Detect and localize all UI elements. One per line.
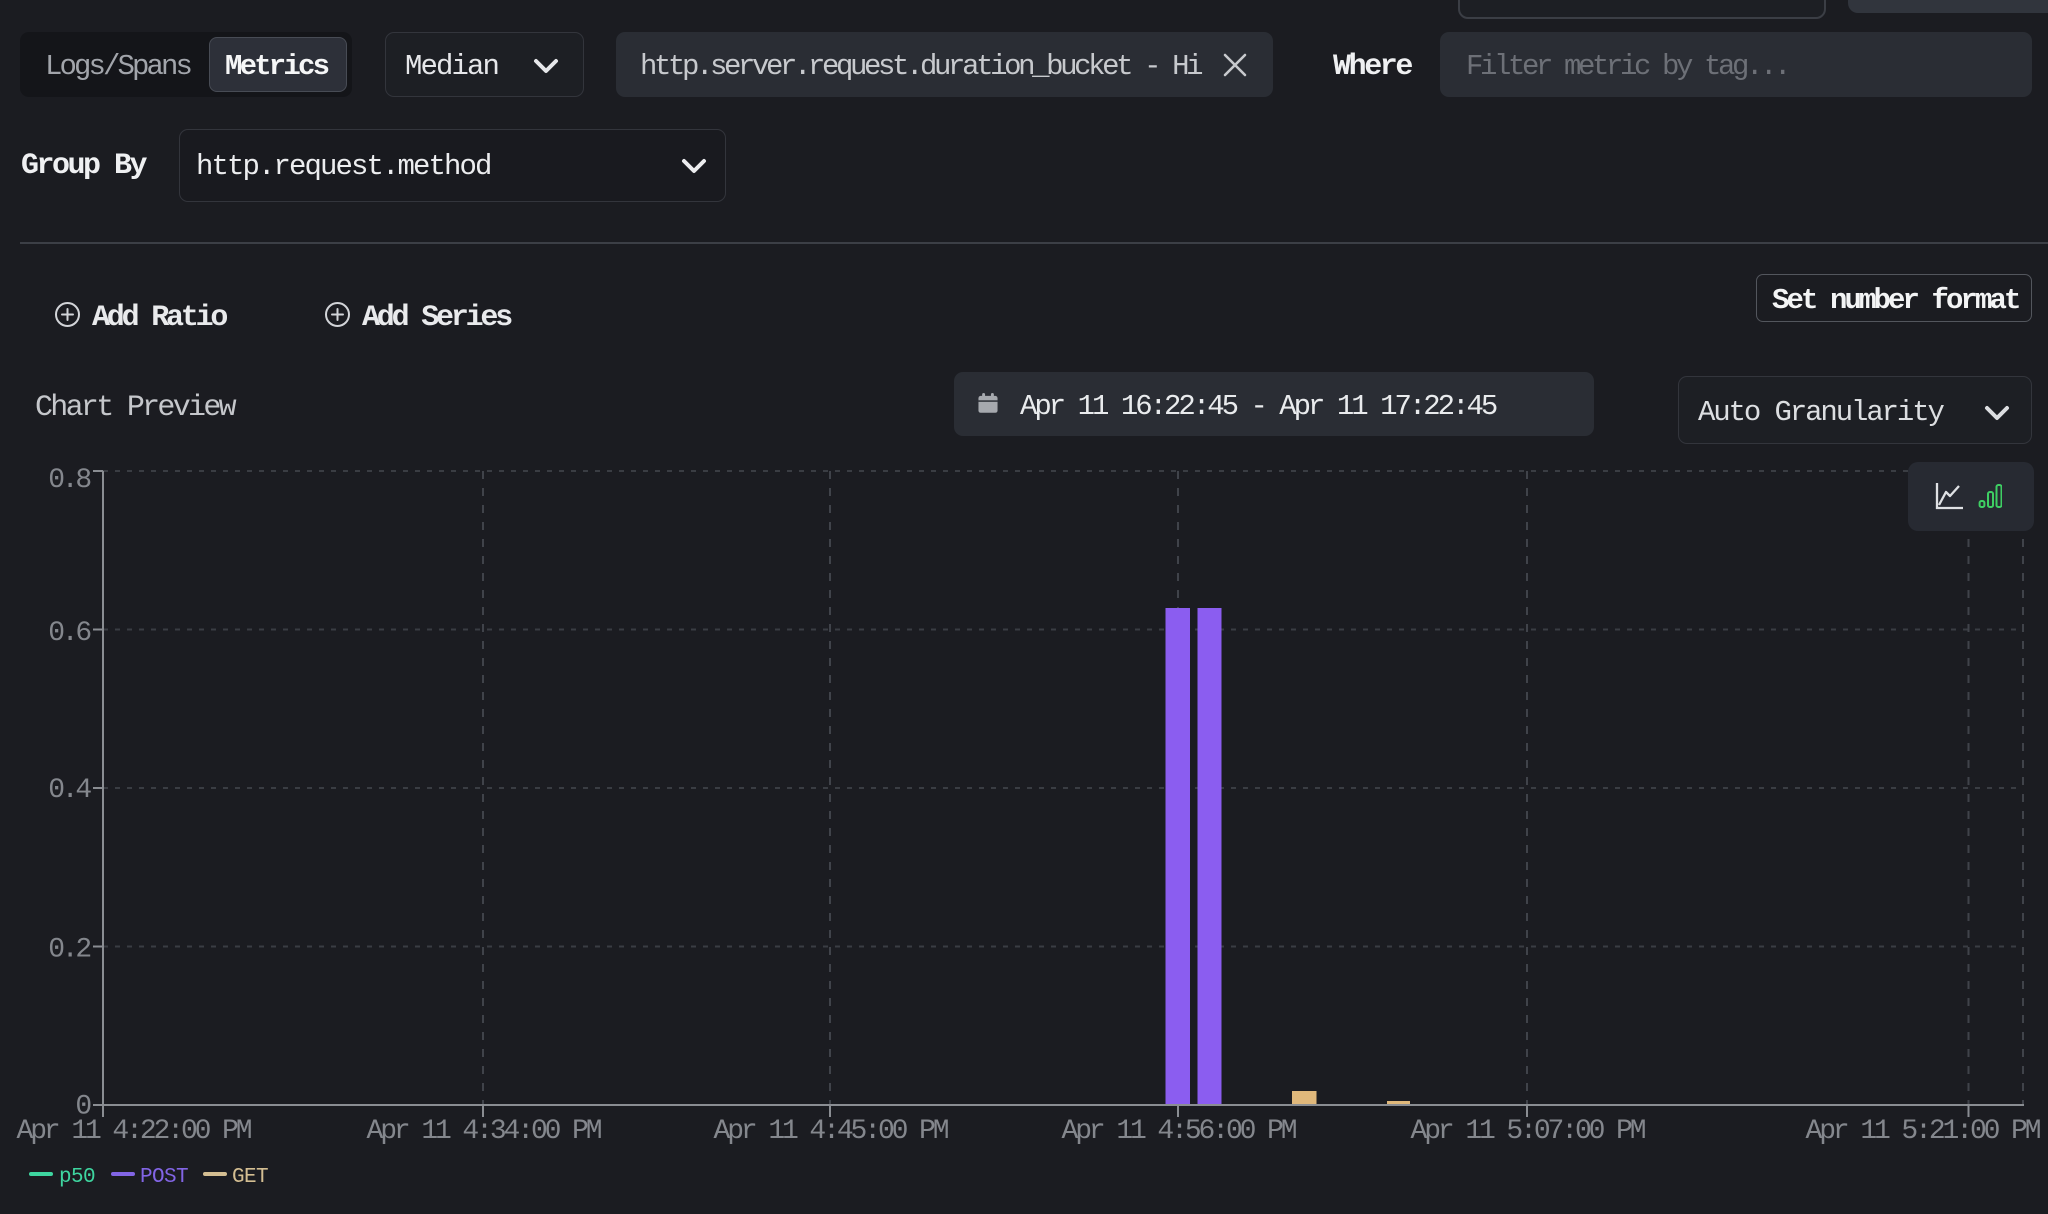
- svg-text:0.8: 0.8: [48, 465, 90, 496]
- svg-text:Apr 11 4:56:00 PM: Apr 11 4:56:00 PM: [1062, 1116, 1297, 1147]
- svg-text:Apr 11 4:34:00 PM: Apr 11 4:34:00 PM: [367, 1116, 602, 1147]
- svg-text:Apr 11 5:21:00 PM: Apr 11 5:21:00 PM: [1806, 1116, 2041, 1147]
- svg-text:0.2: 0.2: [48, 935, 90, 966]
- svg-text:Apr 11 4:22:00 PM: Apr 11 4:22:00 PM: [17, 1116, 252, 1147]
- svg-text:Apr 11 4:45:00 PM: Apr 11 4:45:00 PM: [714, 1116, 949, 1147]
- svg-text:GET: GET: [232, 1166, 268, 1189]
- svg-text:0.4: 0.4: [48, 775, 91, 806]
- svg-text:0.6: 0.6: [48, 618, 90, 649]
- svg-text:p50: p50: [59, 1166, 95, 1189]
- svg-text:Apr 11 5:07:00 PM: Apr 11 5:07:00 PM: [1411, 1116, 1646, 1147]
- svg-text:POST: POST: [140, 1166, 188, 1189]
